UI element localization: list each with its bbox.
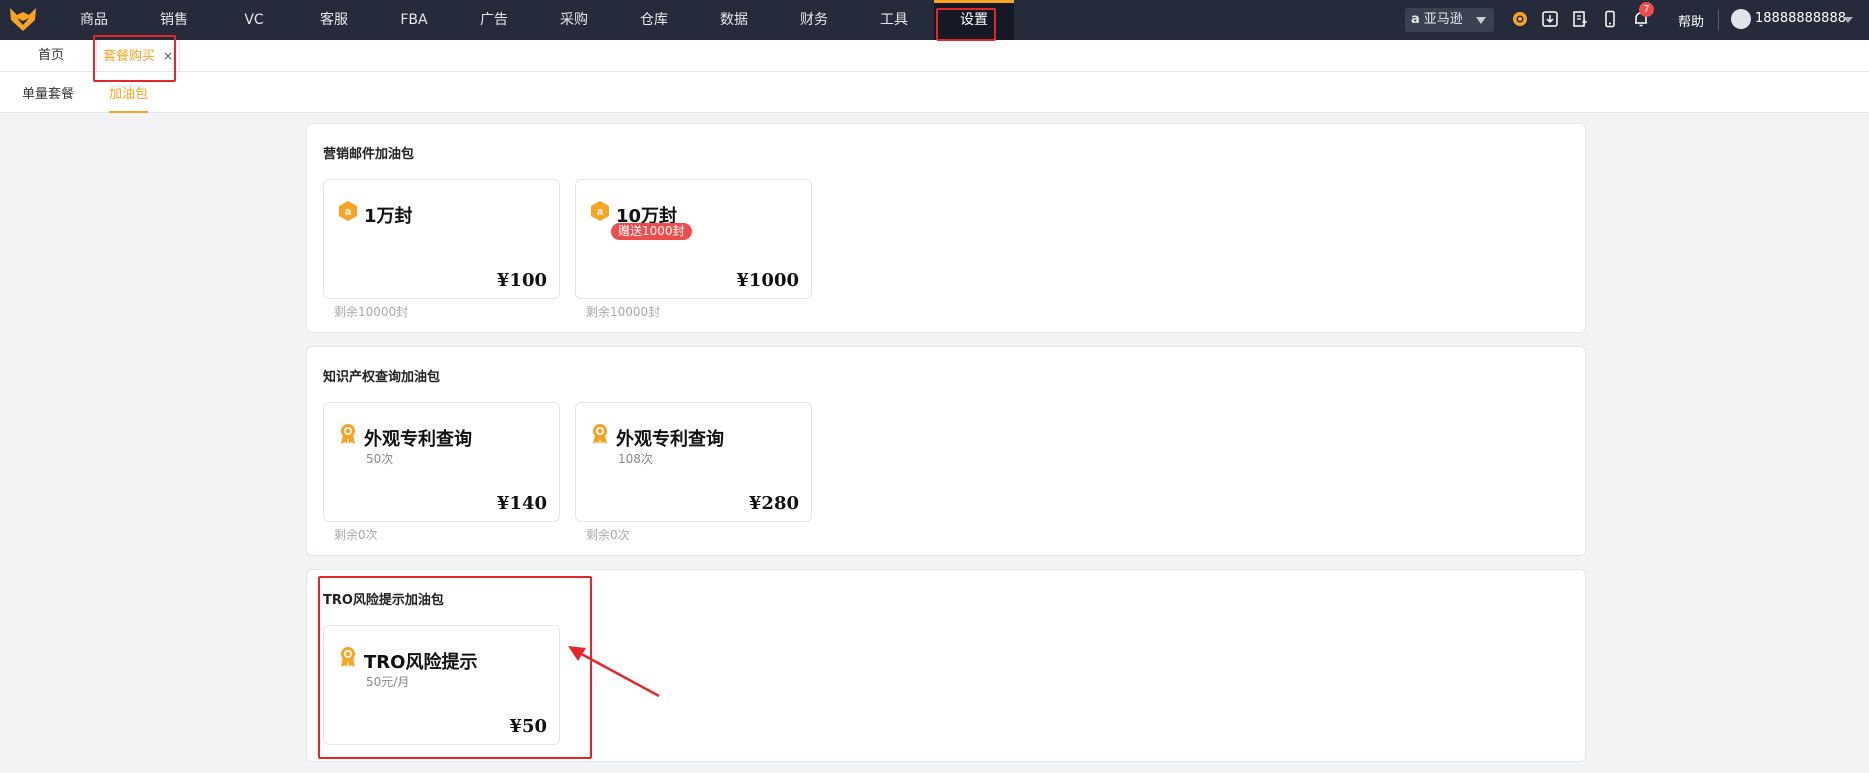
section-marketing-email-addon: 营销邮件加油包 a 1万封 ¥100 剩余10000封 a 10万封 赠送100… bbox=[306, 123, 1586, 333]
avatar[interactable] bbox=[1731, 9, 1751, 29]
nav-item-products[interactable]: 商品 bbox=[54, 0, 134, 40]
svg-text:a: a bbox=[597, 206, 604, 218]
subtab-bar: 单量套餐 加油包 bbox=[0, 72, 1869, 113]
amazon-coin-icon: a bbox=[591, 201, 609, 221]
annotation-arrow-icon bbox=[568, 646, 660, 698]
package-price: ¥280 bbox=[748, 493, 799, 514]
package-card[interactable]: 外观专利查询 108次 ¥280 bbox=[575, 402, 812, 522]
medal-icon bbox=[341, 424, 355, 444]
package-price: ¥100 bbox=[496, 270, 547, 291]
nav-item-tools[interactable]: 工具 bbox=[854, 0, 934, 40]
nav-item-purchasing[interactable]: 采购 bbox=[534, 0, 614, 40]
package-name: 1万封 bbox=[364, 206, 413, 227]
package-card[interactable]: a 1万封 ¥100 bbox=[323, 179, 560, 299]
tab-package-purchase-label: 套餐购买 bbox=[103, 49, 156, 64]
subtab-order-package[interactable]: 单量套餐 bbox=[22, 83, 74, 102]
remaining-quota: 剩余10000封 bbox=[586, 305, 661, 319]
remaining-quota: 剩余0次 bbox=[334, 528, 378, 542]
package-price: ¥140 bbox=[496, 493, 547, 514]
shop-selector[interactable]: a 亚马逊 bbox=[1405, 8, 1494, 32]
section-title: TRO风险提示加油包 bbox=[323, 593, 444, 608]
svg-text:a: a bbox=[345, 206, 352, 218]
package-name: TRO风险提示 bbox=[364, 652, 478, 673]
package-card[interactable]: TRO风险提示 50元/月 ¥50 bbox=[323, 625, 560, 745]
nav-item-settings[interactable]: 设置 bbox=[934, 0, 1014, 40]
package-quantity: 50元/月 bbox=[366, 675, 410, 689]
subtab-addon-pack[interactable]: 加油包 bbox=[109, 83, 149, 113]
nav-item-data[interactable]: 数据 bbox=[694, 0, 774, 40]
mobile-icon[interactable] bbox=[1601, 10, 1619, 28]
package-card[interactable]: a 10万封 赠送1000封 ¥1000 bbox=[575, 179, 812, 299]
package-price: ¥50 bbox=[509, 716, 547, 737]
nav-item-vc[interactable]: VC bbox=[214, 0, 294, 40]
section-title: 营销邮件加油包 bbox=[323, 147, 415, 162]
page-tab-bar: 首页 套餐购买 × bbox=[0, 40, 1869, 72]
package-name: 外观专利查询 bbox=[364, 429, 472, 450]
nav-item-sales[interactable]: 销售 bbox=[134, 0, 214, 40]
package-quantity: 108次 bbox=[618, 452, 653, 466]
close-icon[interactable]: × bbox=[163, 49, 173, 63]
remaining-quota: 剩余10000封 bbox=[334, 305, 409, 319]
shop-selector-label: 亚马逊 bbox=[1423, 12, 1463, 27]
gift-badge: 赠送1000封 bbox=[611, 223, 692, 240]
amazon-coin-icon: a bbox=[339, 201, 357, 221]
amazon-icon: a bbox=[1411, 12, 1420, 27]
help-link[interactable]: 帮助 bbox=[1678, 11, 1704, 30]
download-icon[interactable] bbox=[1541, 10, 1559, 28]
nav-item-ads[interactable]: 广告 bbox=[454, 0, 534, 40]
remaining-quota: 剩余0次 bbox=[586, 528, 630, 542]
tab-package-purchase[interactable]: 套餐购买 × bbox=[96, 40, 181, 72]
fox-logo-icon[interactable] bbox=[8, 5, 38, 33]
tab-home[interactable]: 首页 bbox=[38, 40, 64, 72]
section-ip-query-addon: 知识产权查询加油包 外观专利查询 50次 ¥140 剩余0次 外观专利查询 10… bbox=[306, 346, 1586, 556]
nav-item-fba[interactable]: FBA bbox=[374, 0, 454, 40]
caret-down-icon[interactable] bbox=[1843, 17, 1853, 23]
top-navigation-bar: 商品 销售 VC 客服 FBA 广告 采购 仓库 数据 财务 工具 设置 a 亚马… bbox=[0, 0, 1869, 40]
nav-item-customer-service[interactable]: 客服 bbox=[294, 0, 374, 40]
main-nav: 商品 销售 VC 客服 FBA 广告 采购 仓库 数据 财务 工具 设置 bbox=[54, 0, 1014, 40]
package-price: ¥1000 bbox=[736, 270, 799, 291]
nav-item-finance[interactable]: 财务 bbox=[774, 0, 854, 40]
package-card[interactable]: 外观专利查询 50次 ¥140 bbox=[323, 402, 560, 522]
coin-icon[interactable] bbox=[1511, 10, 1529, 28]
username[interactable]: 18888888888 bbox=[1755, 11, 1846, 26]
package-quantity: 50次 bbox=[366, 452, 394, 466]
document-icon[interactable] bbox=[1571, 10, 1589, 28]
nav-item-warehouse[interactable]: 仓库 bbox=[614, 0, 694, 40]
notification-badge: 7 bbox=[1639, 2, 1654, 17]
medal-icon bbox=[341, 647, 355, 667]
caret-down-icon bbox=[1476, 17, 1486, 24]
section-title: 知识产权查询加油包 bbox=[323, 370, 441, 385]
divider bbox=[1718, 10, 1719, 30]
medal-icon bbox=[593, 424, 607, 444]
package-name: 外观专利查询 bbox=[616, 429, 724, 450]
section-tro-risk-addon: TRO风险提示加油包 TRO风险提示 50元/月 ¥50 bbox=[306, 569, 1586, 762]
